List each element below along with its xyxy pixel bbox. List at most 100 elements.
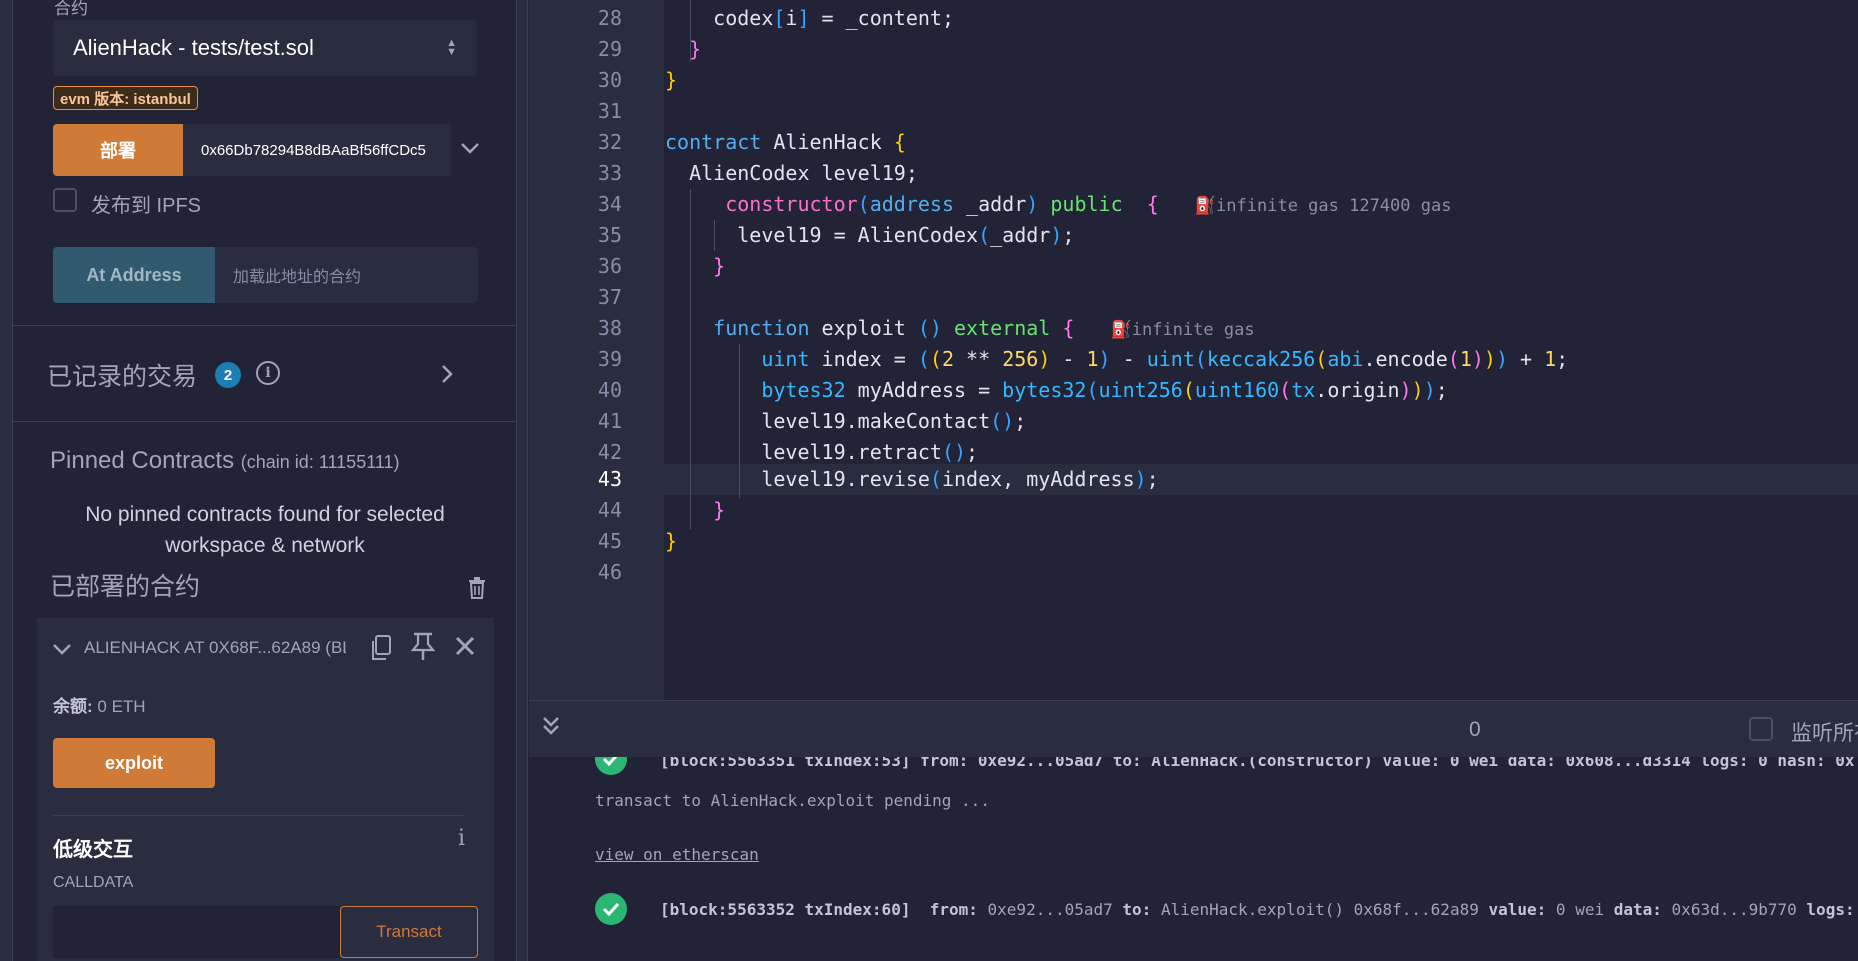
line-number: 40 bbox=[597, 378, 622, 402]
double-chevron-down-icon[interactable] bbox=[541, 715, 561, 743]
success-check-icon bbox=[595, 893, 627, 925]
chevron-down-icon[interactable] bbox=[455, 132, 485, 164]
ipfs-checkbox[interactable] bbox=[53, 188, 77, 212]
tx-from-label: from: bbox=[929, 900, 978, 919]
line-number: 46 bbox=[597, 560, 622, 584]
tx-from: 0xe92...05ad7 bbox=[987, 900, 1113, 919]
pinned-contracts-title: Pinned Contracts (chain id: 11155111) bbox=[50, 447, 400, 475]
tx-to-label: to: bbox=[1122, 900, 1152, 919]
code-line: level19 = AlienCodex(_addr); bbox=[665, 223, 1075, 247]
ipfs-label: 发布到 IPFS bbox=[91, 195, 202, 217]
terminal-log-line: [block:5563351 txIndex:53] from: 0xe92..… bbox=[660, 757, 1855, 770]
info-icon[interactable]: i bbox=[458, 826, 465, 851]
line-number: 28 bbox=[597, 6, 622, 30]
gas-estimate-exploit: infinite gas bbox=[1131, 320, 1255, 340]
recorded-transactions-title[interactable]: 已记录的交易 bbox=[47, 357, 197, 393]
icon-panel-strip bbox=[0, 0, 12, 961]
contract-select[interactable]: AlienHack - tests/test.sol ▲ ▼ bbox=[53, 20, 477, 76]
gas-estimate-icon: ⛽ bbox=[1194, 196, 1217, 216]
line-number: 37 bbox=[597, 285, 622, 309]
line-number: 38 bbox=[597, 316, 622, 340]
deploy-button[interactable]: 部署 bbox=[53, 124, 183, 176]
close-icon[interactable] bbox=[453, 634, 479, 662]
pinned-title-text: Pinned Contracts bbox=[50, 447, 235, 474]
info-icon[interactable]: i bbox=[256, 361, 280, 385]
chevron-down-icon[interactable] bbox=[52, 636, 72, 662]
line-number: 30 bbox=[597, 68, 622, 92]
balance-label: 余额: bbox=[53, 697, 93, 716]
contract-select-value: AlienHack - tests/test.sol bbox=[73, 35, 314, 60]
transact-button[interactable]: Transact bbox=[340, 906, 478, 958]
code-line: function exploit () external { ⛽infinite… bbox=[713, 316, 1255, 340]
code-line: codex[i] = _content; bbox=[665, 6, 955, 30]
tx-logs-label: logs: bbox=[1806, 900, 1855, 919]
success-check-icon bbox=[595, 757, 627, 775]
code-line: } bbox=[713, 498, 726, 522]
view-on-etherscan-link[interactable]: view on etherscan bbox=[595, 845, 759, 864]
pinned-chain-id: (chain id: 11155111) bbox=[240, 452, 400, 472]
line-number: 32 bbox=[597, 130, 622, 154]
no-pinned-message: No pinned contracts found for selected w… bbox=[85, 503, 445, 557]
terminal-pending-line: transact to AlienHack.exploit pending ..… bbox=[595, 791, 990, 810]
terminal-tx-line[interactable]: [block:5563352 txIndex:60] from: 0xe92..… bbox=[660, 900, 1855, 919]
select-updown-icon: ▲ ▼ bbox=[446, 37, 457, 58]
low-level-interactions-title: 低级交互 bbox=[53, 839, 133, 861]
line-number: 35 bbox=[597, 223, 622, 247]
panel-splitter[interactable] bbox=[516, 0, 528, 961]
trash-icon[interactable] bbox=[467, 577, 489, 601]
code-line: } bbox=[689, 37, 702, 61]
line-number: 45 bbox=[597, 529, 622, 553]
tx-data-label: data: bbox=[1613, 900, 1662, 919]
tx-value: 0 wei bbox=[1555, 900, 1605, 919]
chevron-right-icon[interactable] bbox=[440, 360, 454, 392]
code-line-active: level19.revise(index, myAddress); bbox=[665, 467, 1159, 491]
line-number: 29 bbox=[597, 37, 622, 61]
at-address-input[interactable]: 加载此地址的合约 bbox=[215, 247, 478, 303]
code-line: constructor(address _addr) public { ⛽inf… bbox=[725, 192, 1452, 216]
tx-value-label: value: bbox=[1488, 900, 1547, 919]
instance-balance: 余额: 0 ETH bbox=[53, 692, 146, 717]
gas-estimate-icon: ⛽ bbox=[1110, 320, 1132, 340]
line-number-active: 43 bbox=[597, 467, 622, 491]
line-number: 44 bbox=[597, 498, 622, 522]
code-line: uint index = ((2 ** 256) - 1) - uint(kec… bbox=[761, 347, 1569, 371]
deployed-contracts-title: 已部署的合约 bbox=[50, 573, 201, 601]
line-number: 33 bbox=[597, 161, 622, 185]
code-line: } bbox=[713, 254, 726, 278]
copy-icon[interactable] bbox=[369, 634, 393, 662]
instance-title[interactable]: ALIENHACK AT 0X68F...62A89 (BLOCKCHAIN) bbox=[84, 638, 346, 658]
terminal-output: [block:5563351 txIndex:53] from: 0xe92..… bbox=[529, 757, 1858, 961]
divider bbox=[53, 815, 463, 816]
pin-icon[interactable] bbox=[410, 632, 436, 662]
at-address-button[interactable]: At Address bbox=[53, 247, 215, 303]
recorded-transactions-count-badge: 2 bbox=[215, 362, 241, 388]
contract-label: 合约 bbox=[54, 0, 88, 18]
line-number: 41 bbox=[597, 409, 622, 433]
calldata-input[interactable] bbox=[53, 906, 340, 958]
listen-all-label: 监听所有交易 bbox=[1791, 722, 1858, 745]
pending-tx-counter: 0 bbox=[1469, 718, 1481, 741]
divider bbox=[12, 325, 516, 326]
tx-to: AlienHack.exploit() 0x68f...62a89 bbox=[1160, 900, 1479, 919]
line-number: 31 bbox=[597, 99, 622, 123]
gas-estimate-constructor: infinite gas 127400 gas bbox=[1216, 196, 1452, 216]
line-number: 36 bbox=[597, 254, 622, 278]
code-editor[interactable]: 28 29 30 31 32 33 34 35 36 37 38 39 40 4… bbox=[529, 0, 1858, 700]
code-line: } bbox=[665, 68, 678, 92]
listen-all-checkbox[interactable] bbox=[1749, 717, 1773, 741]
evm-version-badge: evm 版本: istanbul bbox=[53, 86, 198, 110]
balance-value: 0 ETH bbox=[97, 697, 146, 716]
exploit-button[interactable]: exploit bbox=[53, 738, 215, 788]
terminal-toolbar: 0 监听所有交易 bbox=[529, 700, 1858, 758]
calldata-label: CALLDATA bbox=[53, 874, 134, 891]
code-line: contract AlienHack { bbox=[665, 130, 906, 154]
tx-block: [block:5563352 txIndex:60] bbox=[660, 900, 911, 919]
code-line: AlienCodex level19; bbox=[665, 161, 918, 185]
tx-data: 0x63d...9b770 bbox=[1671, 900, 1797, 919]
code-line: level19.makeContact(); bbox=[665, 409, 1027, 433]
divider bbox=[12, 421, 516, 422]
deploy-address-input[interactable]: 0x66Db78294B8dBAaBf56ffCDc5 bbox=[183, 124, 451, 176]
code-line: bytes32 myAddress = bytes32(uint256(uint… bbox=[761, 378, 1448, 402]
line-number: 34 bbox=[597, 192, 622, 216]
code-line: } bbox=[665, 529, 678, 553]
